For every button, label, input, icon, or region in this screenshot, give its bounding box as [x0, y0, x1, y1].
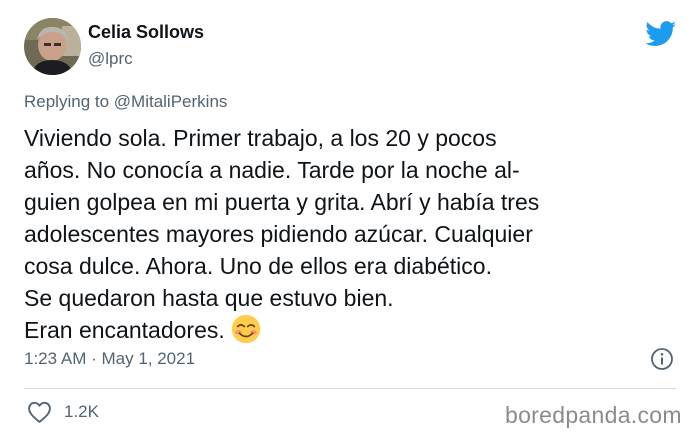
avatar[interactable] — [24, 18, 81, 75]
heart-icon[interactable] — [27, 400, 52, 424]
reply-prefix: Replying to — [24, 92, 114, 111]
tweet-card: Celia Sollows @lprc Replying to @MitaliP… — [0, 0, 700, 440]
tweet-timestamp[interactable]: 1:23 AM · May 1, 2021 — [24, 349, 195, 369]
tweet-line: guien golpea en mi puerta y grita. Abrí … — [24, 189, 540, 215]
replying-to: Replying to @MitaliPerkins — [24, 92, 227, 112]
handle[interactable]: @lprc — [88, 49, 133, 69]
tweet-line: adolescentes mayores pidiendo azúcar. Cu… — [24, 221, 533, 247]
tweet-text: Viviendo sola. Primer trabajo, a los 20 … — [24, 122, 664, 346]
twitter-bird-icon[interactable] — [645, 21, 677, 47]
tweet-line: cosa dulce. Ahora. Uno de ellos era diab… — [24, 253, 492, 279]
tweet-line: años. No conocía a nadie. Tarde por la n… — [24, 157, 520, 183]
display-name[interactable]: Celia Sollows — [88, 22, 204, 43]
reply-mention-link[interactable]: @MitaliPerkins — [114, 92, 228, 111]
tweet-line: Eran encantadores. — [24, 317, 225, 343]
tweet-line: Viviendo sola. Primer trabajo, a los 20 … — [24, 125, 497, 151]
tweet-last-line: Eran encantadores. — [24, 314, 664, 346]
tweet-line: Se quedaron hasta que estuvo bien. — [24, 285, 394, 311]
watermark: boredpanda.com — [505, 402, 682, 428]
info-icon[interactable] — [650, 347, 674, 371]
divider — [24, 388, 676, 389]
like-count[interactable]: 1.2K — [64, 402, 99, 422]
smiling-face-with-smiling-eyes-icon — [231, 314, 260, 344]
